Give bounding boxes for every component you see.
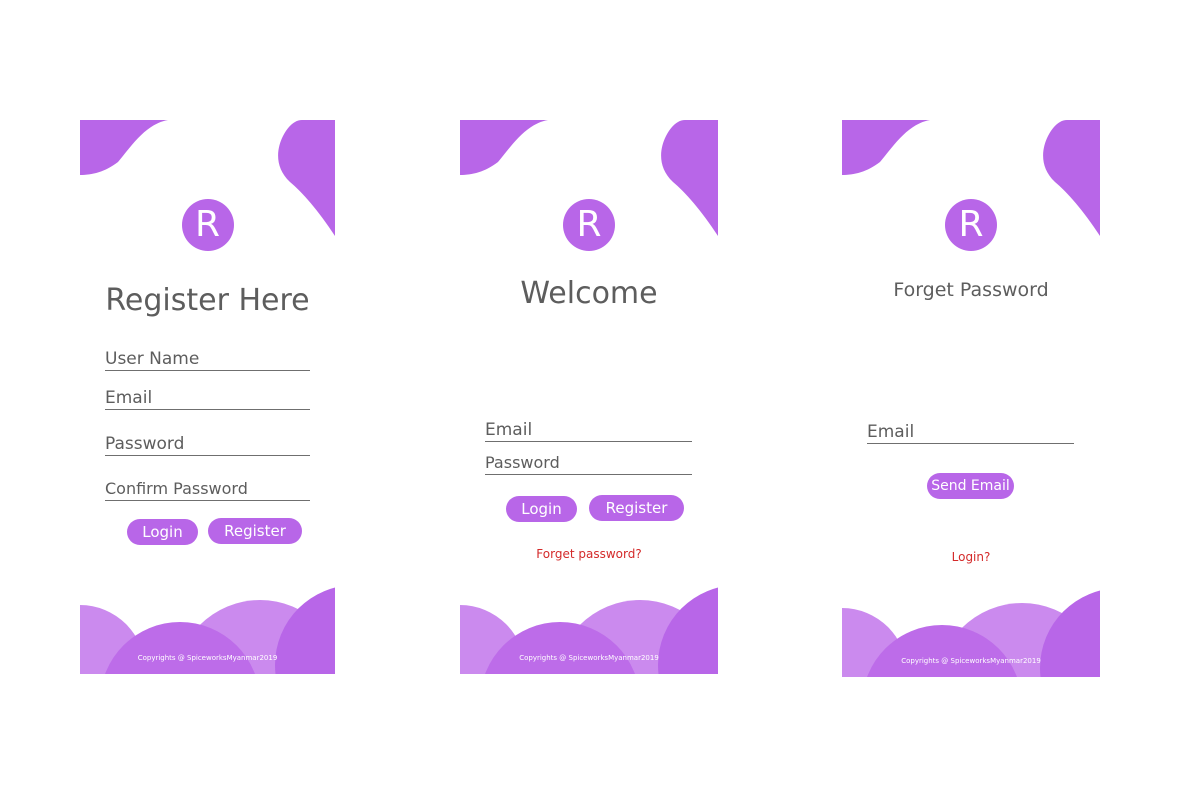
logo-badge: R bbox=[181, 199, 234, 251]
send-email-button[interactable]: Send Email bbox=[927, 473, 1014, 499]
top-right-wave bbox=[1043, 120, 1100, 236]
login-link[interactable]: Login? bbox=[842, 550, 1100, 564]
email-field[interactable]: Email bbox=[485, 420, 692, 442]
copyright-text: Copyrights @ SpiceworksMyanmar2019 bbox=[519, 654, 659, 662]
copyright-text: Copyrights @ SpiceworksMyanmar2019 bbox=[137, 654, 278, 662]
welcome-screen: R Welcome Email Password Login Register … bbox=[460, 120, 718, 674]
page-title: Forget Password bbox=[893, 279, 1049, 301]
top-left-wave bbox=[460, 120, 548, 175]
page-title: Register Here bbox=[105, 283, 310, 318]
page-title: Welcome bbox=[520, 276, 658, 311]
register-button[interactable]: Register bbox=[589, 495, 684, 521]
login-button[interactable]: Login bbox=[127, 519, 198, 545]
top-left-wave bbox=[80, 120, 168, 175]
top-right-wave bbox=[661, 120, 718, 236]
register-screen: R Register Here User Name Email Password… bbox=[80, 120, 335, 674]
password-field[interactable]: Password bbox=[485, 453, 692, 475]
forget-password-link[interactable]: Forget password? bbox=[460, 547, 718, 561]
username-field[interactable]: User Name bbox=[105, 349, 310, 371]
confirm-password-field[interactable]: Confirm Password bbox=[105, 479, 310, 501]
login-button[interactable]: Login bbox=[506, 496, 577, 522]
email-field[interactable]: Email bbox=[105, 388, 310, 410]
logo-badge: R bbox=[945, 199, 997, 251]
forget-password-screen: R Forget Password Email Send Email Login… bbox=[842, 120, 1100, 677]
top-left-wave bbox=[842, 120, 930, 175]
copyright-text: Copyrights @ SpiceworksMyanmar2019 bbox=[901, 657, 1041, 665]
register-button[interactable]: Register bbox=[208, 518, 302, 544]
top-right-wave bbox=[278, 120, 335, 236]
password-field[interactable]: Password bbox=[105, 434, 310, 456]
logo-badge: R bbox=[563, 199, 615, 251]
email-field[interactable]: Email bbox=[867, 422, 1074, 444]
